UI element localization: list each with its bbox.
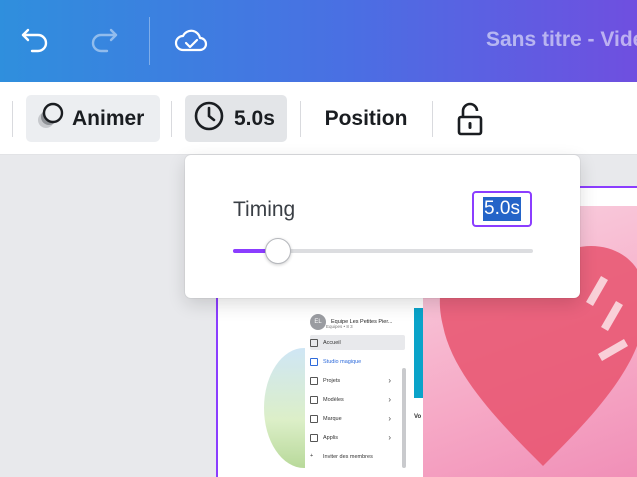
position-button[interactable]: Position (314, 95, 418, 142)
preview-team-sub: Equipes • 8 3 (326, 324, 353, 329)
top-header: Sans titre - Vidéo (0, 0, 637, 82)
animate-circles-icon (34, 100, 66, 138)
preview-side-label: Vo (414, 414, 422, 420)
toolbar-divider (171, 101, 172, 137)
document-title[interactable]: Sans titre - Vidéo (486, 28, 637, 52)
editor-toolbar: Animer 5.0s Position (0, 82, 637, 155)
avatar: EL (310, 314, 326, 330)
preview-screenshot: EL Equipe Les Petites Pier... Equipes • … (305, 308, 410, 477)
list-item-label: Modèles (323, 396, 344, 403)
template-icon (310, 395, 318, 404)
plus-icon: + (310, 452, 314, 459)
list-item: Modèles › (310, 392, 405, 407)
preview-scrollbar (402, 368, 406, 468)
magic-icon (310, 357, 318, 366)
timing-value-input[interactable]: 5.0s (472, 191, 532, 227)
animate-label: Animer (72, 106, 145, 130)
home-icon (310, 338, 318, 347)
list-item-label: Inviter des membres (323, 453, 373, 460)
brand-icon (310, 414, 318, 423)
toolbar-divider (432, 101, 433, 137)
timing-label: 5.0s (234, 106, 275, 130)
apps-icon (310, 433, 318, 442)
chevron-right-icon: › (388, 395, 391, 404)
list-item: + Inviter des membres (310, 449, 405, 464)
list-item-label: Marque (323, 415, 342, 422)
list-item: Studio magique (310, 354, 405, 369)
toolbar-divider (300, 101, 301, 137)
chevron-right-icon: › (388, 433, 391, 442)
timing-slider[interactable] (233, 238, 533, 264)
animate-button[interactable]: Animer (26, 95, 160, 142)
list-item: Applis › (310, 430, 405, 445)
list-item: Projets › (310, 373, 405, 388)
toolbar-divider (12, 101, 13, 137)
list-item-label: Projets (323, 377, 341, 384)
folder-icon (310, 376, 318, 385)
clock-icon (193, 100, 225, 138)
list-item: Marque › (310, 411, 405, 426)
cloud-check-icon[interactable] (173, 22, 209, 58)
chevron-right-icon: › (388, 376, 391, 385)
list-item: Accueil (310, 335, 405, 350)
timing-slider-thumb[interactable] (265, 238, 291, 264)
list-item-label: Studio magique (323, 358, 362, 365)
list-item-label: Accueil (323, 339, 341, 346)
timing-heading: Timing (233, 198, 296, 221)
timing-popover: Timing 5.0s (185, 155, 580, 298)
header-divider (149, 17, 150, 65)
chevron-right-icon: › (388, 414, 391, 423)
list-item-label: Applis (323, 434, 338, 441)
timing-value-text: 5.0s (483, 197, 521, 221)
timing-button[interactable]: 5.0s (185, 95, 287, 142)
unlock-icon[interactable] (452, 95, 488, 142)
redo-icon[interactable] (86, 22, 122, 58)
undo-icon[interactable] (17, 22, 53, 58)
